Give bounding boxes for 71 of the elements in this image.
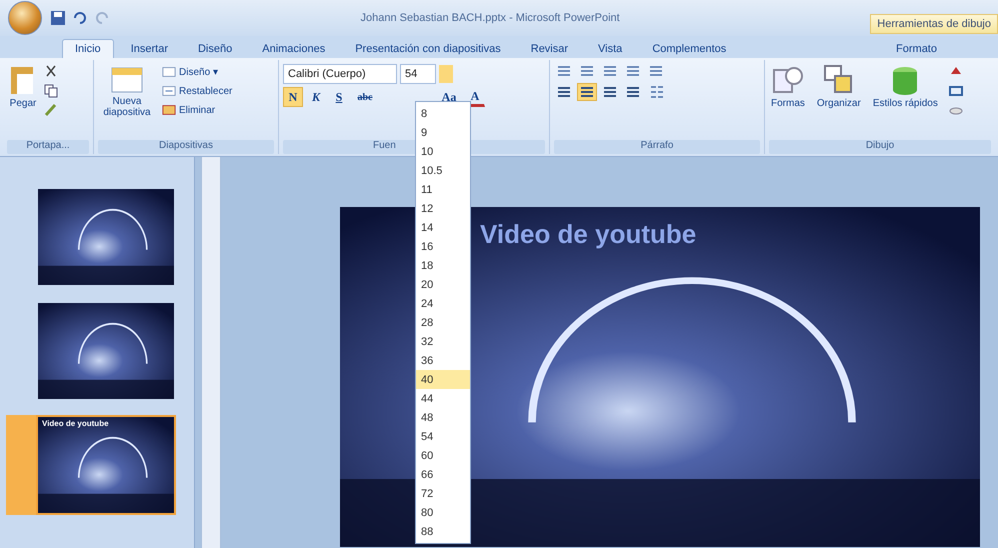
paste-button[interactable]: Pegar <box>7 64 39 109</box>
font-size-option[interactable]: 9 <box>416 123 470 142</box>
layout-icon <box>162 65 176 79</box>
arrange-icon <box>822 64 855 96</box>
undo-icon <box>72 10 88 26</box>
font-style-button[interactable]: abc <box>352 87 378 107</box>
save-icon <box>50 10 66 26</box>
ribbon-tab[interactable]: Insertar <box>118 39 181 58</box>
align-icon <box>603 86 617 98</box>
ribbon-tab[interactable]: Formato <box>855 39 978 58</box>
delete-button[interactable]: Eliminar <box>160 102 234 118</box>
ribbon-tab[interactable]: Diseño <box>184 39 246 58</box>
font-size-option[interactable]: 44 <box>416 389 470 408</box>
font-size-option[interactable]: 20 <box>416 275 470 294</box>
align-icon <box>557 86 571 98</box>
font-size-option[interactable]: 60 <box>416 446 470 465</box>
contextual-tab-label: Herramientas de dibujo <box>870 14 998 34</box>
brush-icon <box>43 102 59 118</box>
change-case-button[interactable]: Aa <box>436 87 462 107</box>
font-size-field[interactable]: 54 <box>400 64 436 84</box>
font-size-option[interactable]: 10.5 <box>416 161 470 180</box>
font-name-field[interactable]: Calibri (Cuerpo) <box>283 64 397 84</box>
window-title: Johann Sebastian BACH.pptx - Microsoft PowerPoint <box>360 12 621 24</box>
arrange-button[interactable]: Organizar <box>814 64 863 109</box>
font-size-option[interactable]: 88 <box>416 522 470 541</box>
shapes-button[interactable]: Formas <box>769 64 807 109</box>
font-size-option[interactable]: 8 <box>416 104 470 123</box>
align-icon <box>580 86 594 98</box>
font-size-option[interactable]: 12 <box>416 199 470 218</box>
group-label: Diapositivas <box>98 140 274 154</box>
font-size-option[interactable]: 54 <box>416 427 470 446</box>
ribbon-tab[interactable]: Revisar <box>518 39 582 58</box>
align-icon <box>626 86 640 98</box>
ribbon-tab[interactable]: Animaciones <box>249 39 338 58</box>
group-label: Portapa... <box>7 140 89 154</box>
layout-button[interactable]: Diseño ▾ <box>160 64 234 80</box>
font-size-option[interactable]: 40 <box>416 370 470 389</box>
group-label: Dibujo <box>769 140 991 154</box>
font-size-option[interactable]: 36 <box>416 351 470 370</box>
font-size-option[interactable]: 11 <box>416 180 470 199</box>
copy-icon <box>43 83 59 99</box>
align-button[interactable] <box>577 83 597 101</box>
font-size-option[interactable]: 48 <box>416 408 470 427</box>
slide-title: Video de youtube <box>480 219 696 250</box>
quick-styles-button[interactable]: Estilos rápidos <box>870 64 940 109</box>
font-size-option[interactable]: 16 <box>416 237 470 256</box>
font-size-option[interactable]: 14 <box>416 218 470 237</box>
font-size-option[interactable]: 72 <box>416 484 470 503</box>
font-style-button[interactable]: S <box>329 87 349 107</box>
font-size-option[interactable]: 32 <box>416 332 470 351</box>
ribbon-tab[interactable]: Presentación con diapositivas <box>342 39 514 58</box>
ribbon-tab[interactable]: Vista <box>585 39 636 58</box>
font-size-option[interactable]: 80 <box>416 503 470 522</box>
thumbnail-title: Video de youtube <box>42 419 109 428</box>
reset-icon <box>162 84 176 98</box>
outline-icon <box>948 83 964 99</box>
font-size-option[interactable]: 18 <box>416 256 470 275</box>
redo-icon <box>94 10 110 26</box>
office-button[interactable] <box>8 1 42 35</box>
new-slide-button[interactable]: Nueva diapositiva <box>98 64 156 118</box>
font-size-option[interactable]: 24 <box>416 294 470 313</box>
reset-button[interactable]: Restablecer <box>160 83 234 99</box>
ribbon-tab[interactable]: Complementos <box>639 39 740 58</box>
ribbon-tab[interactable]: Inicio <box>62 39 114 58</box>
shapes-icon <box>772 64 804 96</box>
font-size-option[interactable]: 66 <box>416 465 470 484</box>
font-style-button[interactable]: K <box>306 87 326 107</box>
font-size-option[interactable]: 28 <box>416 313 470 332</box>
delete-icon <box>162 103 176 117</box>
group-label: Párrafo <box>554 140 760 154</box>
font-style-button[interactable]: N <box>283 87 303 107</box>
